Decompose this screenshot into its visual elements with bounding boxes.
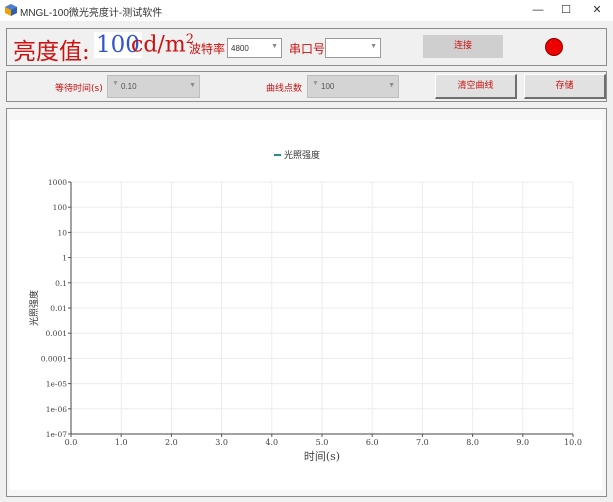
x-tick-label: 10.0: [564, 438, 582, 447]
x-tick-label: 8.0: [466, 438, 479, 447]
y-tick-label: 100: [53, 203, 68, 212]
x-tick-label: 4.0: [265, 438, 278, 447]
y-tick-label: 0.01: [50, 304, 67, 313]
y-tick-label: 1e-06: [46, 405, 68, 414]
y-tick-label: 10: [57, 228, 67, 237]
brightness-chart: 0.0 1.0 2.0 3.0 4.0 5.0 6.0 7.0 8.0 9.0 10.0100010…: [28, 149, 582, 463]
y-tick-label: 1000: [48, 178, 67, 187]
x-axis-label: 时间(s): [304, 450, 340, 463]
y-tick-label: 0.001: [46, 329, 67, 338]
chart-ticks: 0.0 1.0 2.0 3.0 4.0 5.0 6.0 7.0 8.0 9.0 10.0100010…: [41, 178, 582, 447]
y-tick-label: 1e-07: [46, 430, 68, 439]
y-axis-label: 光照强度: [28, 290, 40, 326]
chart-grid: [70, 181, 574, 435]
chart-legend: 光照强度: [274, 149, 320, 161]
x-tick-label: 6.0: [366, 438, 379, 447]
x-tick-label: 3.0: [215, 438, 228, 447]
y-tick-label: 0.0001: [41, 354, 67, 363]
legend-label: 光照强度: [284, 149, 320, 161]
x-tick-label: 1.0: [115, 438, 128, 447]
x-tick-label: 0.0: [65, 438, 78, 447]
y-tick-label: 0.1: [55, 279, 67, 288]
y-tick-label: 1: [62, 254, 67, 263]
y-tick-label: 1e-05: [46, 380, 68, 389]
x-tick-label: 9.0: [516, 438, 529, 447]
x-tick-label: 5.0: [316, 438, 329, 447]
x-tick-label: 2.0: [165, 438, 178, 447]
x-tick-label: 7.0: [416, 438, 429, 447]
